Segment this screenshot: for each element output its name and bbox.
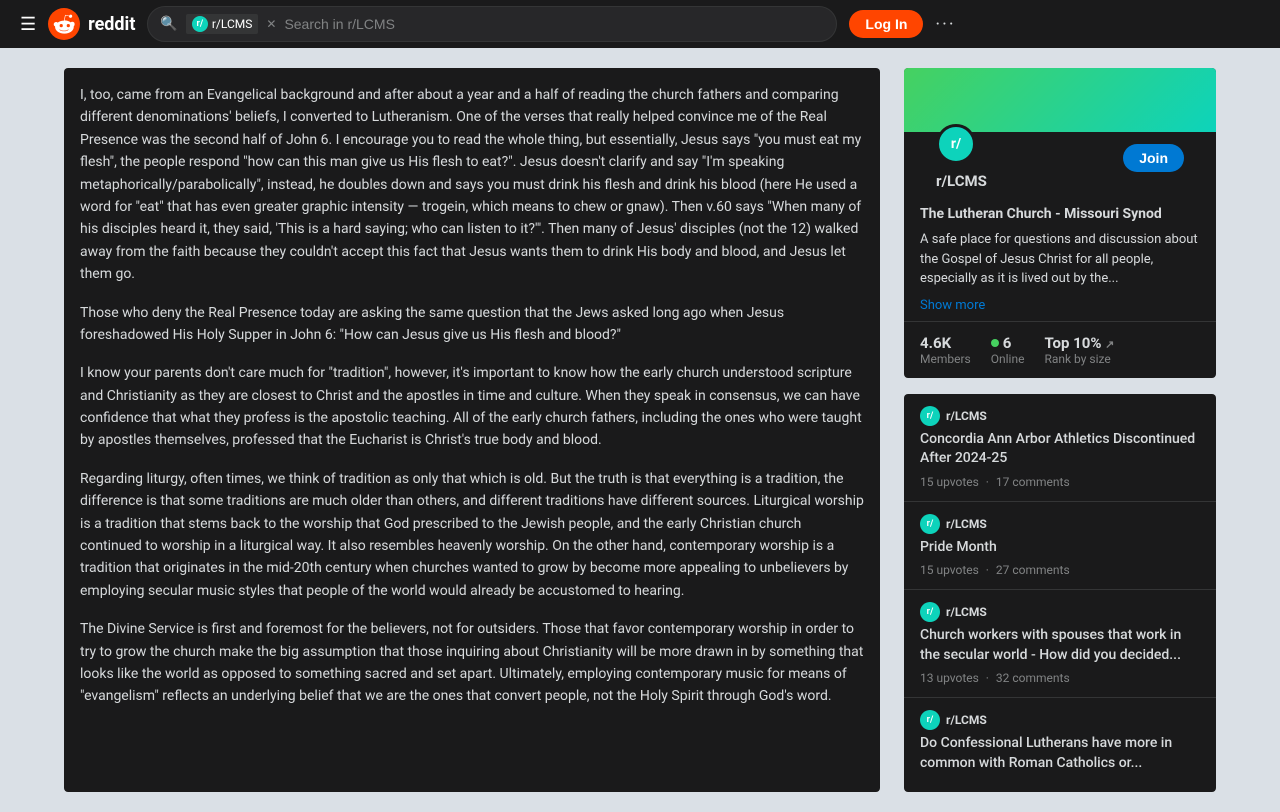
related-post-3-meta: r/ r/LCMS: [920, 602, 1200, 622]
search-bar[interactable]: 🔍 r/ r/LCMS ✕: [147, 6, 837, 42]
hamburger-icon: ☰: [20, 14, 36, 35]
community-header: r/ r/LCMS Join: [920, 132, 1200, 206]
related-post-3-subreddit: r/LCMS: [946, 605, 987, 619]
community-icon: r/: [936, 124, 976, 164]
related-post-3-stats: 13 upvotes · 32 comments: [920, 671, 1200, 685]
community-stats: 4.6K Members 6 Online Top 10% ↗ Rank by: [904, 321, 1216, 378]
related-post-2-subreddit: r/LCMS: [946, 517, 987, 531]
related-post-4-title: Do Confessional Lutherans have more in c…: [920, 734, 1200, 773]
subreddit-search-tag: r/ r/LCMS: [186, 14, 259, 34]
community-banner: [904, 68, 1216, 132]
related-post-2-meta: r/ r/LCMS: [920, 514, 1200, 534]
header: ☰ reddit 🔍 r/ r/LCMS ✕ Log In ···: [0, 0, 1280, 48]
rank-value: Top 10% ↗: [1044, 334, 1114, 352]
search-icon: 🔍: [160, 16, 177, 32]
online-label: Online: [991, 352, 1025, 366]
related-post-3-separator: ·: [986, 671, 989, 685]
related-posts-list: r/ r/LCMS Concordia Ann Arbor Athletics …: [904, 394, 1216, 792]
show-more-link[interactable]: Show more: [920, 298, 985, 313]
rank-external-icon: ↗: [1105, 338, 1114, 351]
community-card: r/ r/LCMS Join The Lutheran Church - Mis…: [904, 68, 1216, 378]
subreddit-tag-icon: r/: [192, 16, 208, 32]
post-paragraph-2: Those who deny the Real Presence today a…: [80, 302, 864, 347]
related-post-3[interactable]: r/ r/LCMS Church workers with spouses th…: [904, 590, 1216, 698]
rank-label: Rank by size: [1044, 352, 1114, 366]
community-full-name: The Lutheran Church - Missouri Synod: [920, 206, 1200, 222]
related-post-3-title: Church workers with spouses that work in…: [920, 626, 1200, 665]
community-title-area: r/ r/LCMS: [936, 144, 987, 194]
rank-stat: Top 10% ↗ Rank by size: [1044, 334, 1114, 366]
members-label: Members: [920, 352, 971, 366]
sidebar: r/ r/LCMS Join The Lutheran Church - Mis…: [904, 68, 1216, 792]
subreddit-tag-label: r/LCMS: [212, 17, 253, 31]
login-button[interactable]: Log In: [849, 10, 923, 38]
join-community-button[interactable]: Join: [1123, 144, 1184, 172]
related-post-2-upvotes: 15 upvotes: [920, 563, 979, 577]
related-post-1-comments: 17 comments: [996, 475, 1070, 489]
related-post-4-meta: r/ r/LCMS: [920, 710, 1200, 730]
post-content: I, too, came from an Evangelical backgro…: [64, 68, 880, 792]
subreddit-avatar-3: r/: [920, 602, 940, 622]
related-post-1[interactable]: r/ r/LCMS Concordia Ann Arbor Athletics …: [904, 394, 1216, 502]
related-post-1-subreddit: r/LCMS: [946, 409, 987, 423]
related-post-2-separator: ·: [986, 563, 989, 577]
related-post-4-subreddit: r/LCMS: [946, 713, 987, 727]
related-post-2-comments: 27 comments: [996, 563, 1070, 577]
reddit-logo-area[interactable]: reddit: [48, 8, 135, 40]
more-options-button[interactable]: ···: [935, 14, 955, 35]
members-stat: 4.6K Members: [920, 334, 971, 366]
subreddit-avatar-1: r/: [920, 406, 940, 426]
online-stat: 6 Online: [991, 334, 1025, 366]
related-post-3-upvotes: 13 upvotes: [920, 671, 979, 685]
post-paragraph-1: I, too, came from an Evangelical backgro…: [80, 84, 864, 286]
related-post-2[interactable]: r/ r/LCMS Pride Month 15 upvotes · 27 co…: [904, 502, 1216, 591]
reddit-brand-text: reddit: [88, 14, 135, 35]
related-post-2-title: Pride Month: [920, 538, 1200, 558]
related-post-1-stats: 15 upvotes · 17 comments: [920, 475, 1200, 489]
reddit-logo-icon: [48, 8, 80, 40]
related-post-1-upvotes: 15 upvotes: [920, 475, 979, 489]
related-post-1-meta: r/ r/LCMS: [920, 406, 1200, 426]
post-paragraph-3: I know your parents don't care much for …: [80, 362, 864, 452]
related-post-3-comments: 32 comments: [996, 671, 1070, 685]
subreddit-avatar-4: r/: [920, 710, 940, 730]
online-indicator-dot: [991, 339, 999, 347]
main-layout: I, too, came from an Evangelical backgro…: [40, 48, 1240, 812]
subreddit-avatar-2: r/: [920, 514, 940, 534]
related-post-4[interactable]: r/ r/LCMS Do Confessional Lutherans have…: [904, 698, 1216, 791]
related-post-2-stats: 15 upvotes · 27 comments: [920, 563, 1200, 577]
post-paragraph-5: The Divine Service is first and foremost…: [80, 618, 864, 708]
members-count: 4.6K: [920, 334, 971, 352]
search-input[interactable]: [284, 16, 824, 32]
online-count: 6: [991, 334, 1025, 352]
hamburger-menu[interactable]: ☰: [20, 14, 36, 35]
community-description: A safe place for questions and discussio…: [920, 230, 1200, 289]
clear-subreddit-tag-button[interactable]: ✕: [266, 17, 276, 31]
related-post-1-separator: ·: [986, 475, 989, 489]
community-name[interactable]: r/LCMS: [936, 172, 987, 190]
post-paragraph-4: Regarding liturgy, often times, we think…: [80, 468, 864, 602]
related-post-1-title: Concordia Ann Arbor Athletics Discontinu…: [920, 430, 1200, 469]
